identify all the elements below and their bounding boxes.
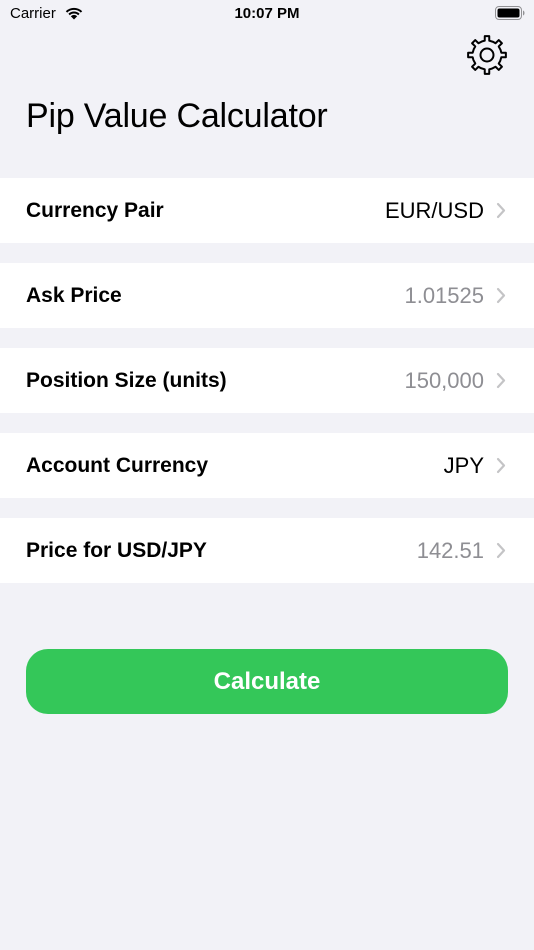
- row-ask-price[interactable]: Ask Price 1.01525: [0, 263, 534, 328]
- calculate-button[interactable]: Calculate: [26, 649, 508, 714]
- row-label: Position Size (units): [26, 369, 227, 392]
- row-position-size[interactable]: Position Size (units) 150,000: [0, 348, 534, 413]
- status-time: 10:07 PM: [234, 5, 300, 22]
- row-value: 142.51: [416, 538, 484, 563]
- row-value: JPY: [443, 453, 484, 478]
- row-label: Ask Price: [26, 284, 122, 307]
- row-value: 1.01525: [404, 283, 484, 308]
- gear-icon: [467, 35, 507, 75]
- row-label: Price for USD/JPY: [26, 539, 207, 562]
- chevron-right-icon: [496, 457, 506, 474]
- page-title: Pip Value Calculator: [26, 97, 328, 135]
- row-conversion-price[interactable]: Price for USD/JPY 142.51: [0, 518, 534, 583]
- row-currency-pair[interactable]: Currency Pair EUR/USD: [0, 178, 534, 243]
- settings-button[interactable]: [465, 33, 509, 77]
- chevron-right-icon: [496, 372, 506, 389]
- battery-icon: [495, 6, 525, 20]
- chevron-right-icon: [496, 542, 506, 559]
- chevron-right-icon: [496, 287, 506, 304]
- row-label: Currency Pair: [26, 199, 164, 222]
- app-screen: Carrier 10:07 PM Pip Value Calculator Cu…: [0, 0, 534, 950]
- row-value: EUR/USD: [384, 198, 484, 223]
- row-value: 150,000: [404, 368, 484, 393]
- chevron-right-icon: [496, 202, 506, 219]
- status-bar: Carrier 10:07 PM: [0, 0, 534, 30]
- row-label: Account Currency: [26, 454, 209, 477]
- row-account-currency[interactable]: Account Currency JPY: [0, 433, 534, 498]
